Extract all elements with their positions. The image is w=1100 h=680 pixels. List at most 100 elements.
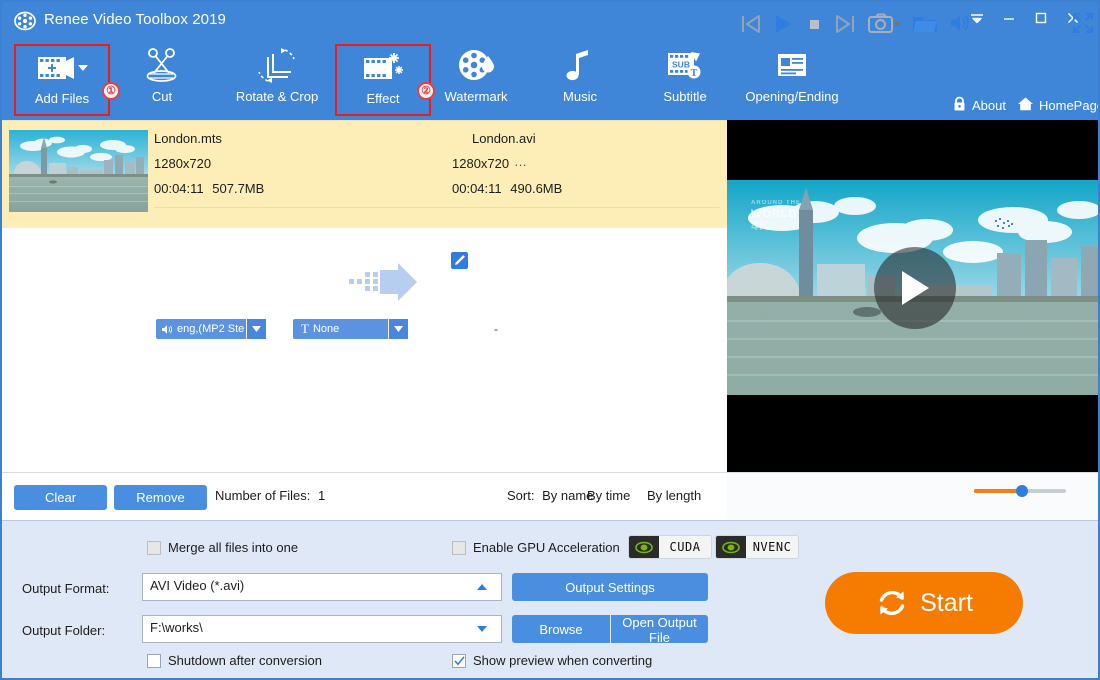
next-button[interactable] [835,12,857,36]
output-settings-button[interactable]: Output Settings [512,573,708,601]
subtitle-track-label: None [309,323,339,335]
cuda-label: CUDA [659,540,711,554]
output-duration: 00:04:11 [452,181,502,196]
stop-button[interactable] [804,12,826,36]
maximize-button[interactable] [1028,10,1054,32]
toolbar-item-subtitle[interactable]: SUB T Subtitle [637,44,733,116]
audio-track-select[interactable]: eng,(MP2 Ste [156,319,266,339]
toolbar-label: Music [532,89,628,104]
output-format-select[interactable]: AVI Video (*.avi) [142,573,502,601]
film-reel-icon [14,10,36,32]
clear-button[interactable]: Clear [14,485,107,510]
toolbar-label: Rotate & Crop [219,89,335,104]
checkbox-box[interactable] [452,654,466,668]
nvenc-badge[interactable]: NVENC [715,535,799,559]
scissors-icon [114,44,210,88]
homepage-link[interactable]: HomePage [1017,96,1100,115]
browse-button[interactable]: Browse [512,615,610,643]
fullscreen-button[interactable] [1072,12,1094,34]
toolbar-item-music[interactable]: Music [532,44,628,116]
chevron-down-icon[interactable] [246,319,266,339]
volume-button[interactable] [949,12,971,34]
cuda-badge[interactable]: CUDA [628,535,712,559]
source-resolution: 1280x720 [154,156,211,171]
subtitle-icon: SUB T [637,44,733,88]
toolbar-item-rotate-crop[interactable]: Rotate & Crop [219,44,335,116]
edit-pencil-icon[interactable] [451,252,468,269]
add-files-icon [16,46,108,90]
toolbar-label: Add Files [16,91,108,106]
watermark-icon [428,44,524,88]
toolbar-label: Cut [114,89,210,104]
about-link[interactable]: About [952,96,1006,115]
shutdown-checkbox[interactable]: Shutdown after conversion [147,653,322,668]
toolbar-label: Watermark [428,89,524,104]
sort-option-by-length[interactable]: By length [647,488,701,503]
arrow-right-icon [347,262,419,307]
output-resolution: 1280x720 [452,156,509,171]
music-note-icon [532,44,628,88]
refresh-cycle-icon [875,586,909,620]
output-folder-label: Output Folder: [22,623,105,638]
nvidia-eye-icon [629,536,659,558]
window-title: Renee Video Toolbox 2019 [44,11,226,28]
homepage-label: HomePage [1039,98,1100,113]
svg-text:SUB: SUB [672,60,690,70]
toolbar-item-watermark[interactable]: Watermark [428,44,524,116]
source-duration: 00:04:11 [154,181,204,196]
play-button[interactable] [772,12,794,36]
checkbox-box[interactable] [147,541,161,555]
output-duration-size: 00:04:11 490.6MB [452,181,562,196]
start-label: Start [920,589,973,618]
toolbar-label: Effect [337,91,429,106]
open-folder-button[interactable] [912,12,938,36]
output-file-name: London.avi [472,131,536,146]
source-file-name: London.mts [154,131,222,146]
sort-text: Sort: [507,488,534,503]
output-more-button[interactable]: … [514,154,527,169]
toolbar-item-opening-ending[interactable]: Opening/Ending [732,44,852,116]
video-player[interactable]: AROUND THE WORLD 4K [727,120,1100,472]
checkbox-box[interactable] [452,541,466,555]
main-toolbar: Add Files ① Cut [2,40,1098,120]
chevron-down-icon[interactable] [388,319,408,339]
toolbar-item-cut[interactable]: Cut [114,44,210,116]
video-frame[interactable]: AROUND THE WORLD 4K [727,180,1100,395]
video-thumbnail [9,130,148,212]
sort-option-by-name[interactable]: By name [542,488,593,503]
play-circle-icon[interactable] [874,247,956,329]
previous-button[interactable] [739,12,761,36]
about-label: About [972,98,1006,113]
show-preview-checkbox[interactable]: Show preview when converting [452,653,652,668]
volume-fill [974,489,1022,493]
caret-down-icon[interactable] [474,621,490,637]
open-output-file-button[interactable]: Open Output File [611,615,708,643]
source-size: 507.7MB [212,181,264,196]
row-divider [154,207,720,208]
merge-files-checkbox[interactable]: Merge all files into one [147,540,298,555]
table-row[interactable]: London.mts 1280x720 00:04:11 507.7MB [2,120,727,228]
lock-icon [952,96,967,115]
checkbox-box[interactable] [147,654,161,668]
start-button[interactable]: Start [825,572,1023,634]
volume-slider-handle[interactable] [1016,485,1028,497]
video-watermark: AROUND THE WORLD 4K [751,198,801,231]
gpu-acceleration-checkbox[interactable]: Enable GPU Acceleration [452,540,620,555]
file-list[interactable]: London.mts 1280x720 00:04:11 507.7MB [2,120,727,472]
speaker-icon [161,324,173,335]
minimize-button[interactable] [996,10,1022,32]
remove-button[interactable]: Remove [114,485,207,510]
watermark-line-3: 4K [751,220,801,231]
sort-option-by-time[interactable]: By time [587,488,630,503]
row-extra: - [494,322,498,336]
file-count: Number of Files: 1 [215,488,325,503]
subtitle-track-select[interactable]: T None [293,319,408,339]
caret-up-icon[interactable] [474,579,490,595]
effect-icon [337,46,429,90]
show-preview-label: Show preview when converting [473,653,652,668]
toolbar-item-add-files[interactable]: Add Files [14,44,110,116]
output-folder-input[interactable]: F:\works\ [142,615,502,643]
toolbar-item-effect[interactable]: Effect [335,44,431,116]
sort-label: Sort: By name [507,488,593,503]
snapshot-button[interactable] [868,12,902,36]
